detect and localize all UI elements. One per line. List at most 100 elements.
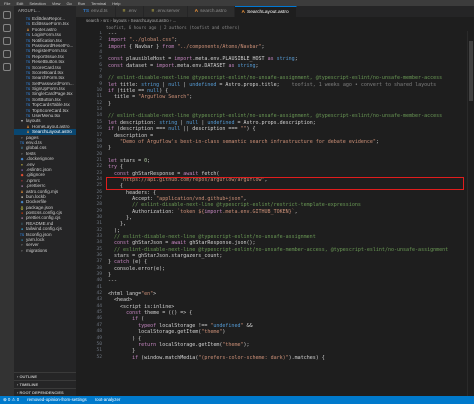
file-tree-item[interactable]: › migrations [14, 248, 76, 253]
editor-tabs: TS env.d.ts ≡ .env ≡ .env.server Asearch.astro… [76, 6, 474, 17]
file-name: .eslintrc.json [26, 166, 52, 172]
code-editor[interactable]: 1 --- 2 import "../global.css"; 3 import { Na… [76, 31, 474, 396]
status-extra[interactable]: root-analyzer [95, 396, 121, 404]
file-name: SignUpForm.tsx [32, 86, 65, 92]
file-name: tests [26, 150, 36, 156]
file-name: PasswordResetFo... [32, 42, 74, 48]
status-bar: ⊗ 0 ⚠ 0 removed-opinion-from-settings ro… [0, 396, 474, 404]
tab-label: .env [127, 9, 137, 14]
file-name: EditIdeaRepor... [32, 16, 65, 21]
file-name: postcss.config.cjs [26, 210, 62, 216]
file-type-icon: TS [83, 9, 90, 14]
file-name: bun.lockb [26, 193, 46, 199]
file-name: HomeLayout.astro [32, 123, 70, 129]
editor-tab[interactable]: Asearch.astro [187, 6, 235, 17]
file-name: SetPasswordForm... [32, 80, 74, 86]
file-name: .dockerignore [26, 156, 54, 162]
menu-item[interactable]: Edit [16, 1, 23, 6]
file-type-icon: TS [25, 60, 31, 65]
file-name: .npmrc [26, 177, 41, 183]
sidebar-section-header[interactable]: › OUTLINE [14, 372, 76, 380]
tab-label: .env.server [156, 9, 180, 14]
file-name: Notification.tsx [32, 37, 62, 43]
file-name: ScoreBoard.tsx [32, 69, 64, 75]
file-name: ScoreCard.tsx [32, 64, 62, 70]
file-tree: TS EditIdeaRepor... TS EditIssueForm.tsx A Fo… [14, 16, 76, 253]
file-type-icon: ≡ [122, 9, 126, 14]
editor-tab[interactable]: TS env.d.ts [76, 6, 116, 17]
menu-item[interactable]: Run [78, 1, 85, 6]
activity-bar [0, 6, 14, 396]
file-type-icon: ● [20, 184, 24, 189]
explorer-sidebar: ARGUFL... TS EditIdeaRepor... TS EditIssueF… [14, 6, 76, 396]
file-name: .gitignore [26, 172, 45, 178]
tab-label: SearchLayout.astro [247, 10, 289, 15]
code-line[interactable]: 52 if (window.matchMedia("(prefers-color… [76, 355, 474, 361]
file-name: ReportIssue.tsx [32, 53, 64, 59]
file-type-icon: TS [25, 103, 31, 108]
menu-item[interactable]: Go [66, 1, 71, 6]
code-text: if (window.matchMedia("(prefers-color-sc… [132, 354, 325, 361]
line-number: 52 [96, 354, 102, 360]
file-name: astro.config.mjs [26, 188, 59, 194]
file-name: yarn.lock [26, 237, 45, 243]
menu-item[interactable]: Terminal [91, 1, 106, 6]
file-name: server [26, 242, 39, 248]
file-name: global.css [26, 145, 47, 151]
file-name: ResetButton.tsx [32, 59, 65, 65]
breadcrumb[interactable]: search › src › layouts › SearchLayout.as… [76, 17, 474, 24]
menu-item[interactable]: View [52, 1, 61, 6]
problems-indicator[interactable]: ⊗ 0 ⚠ 0 [3, 396, 19, 404]
git-branch[interactable]: removed-opinion-from-settings [27, 396, 87, 404]
menu-item[interactable]: Help [112, 1, 120, 6]
file-name: migrations [26, 247, 48, 253]
explorer-header: ARGUFL... [18, 8, 41, 13]
file-name: env.d.ts [26, 139, 42, 145]
source-control-icon[interactable] [3, 37, 11, 45]
file-name: SortButton.tsx [32, 96, 61, 102]
file-name: LoginForm.tsx [32, 32, 62, 38]
file-type-icon: ● [20, 227, 24, 232]
file-tree-item[interactable]: A SearchLayout.astro [14, 129, 76, 135]
file-name: TopCardsTable.tsx [32, 102, 70, 108]
file-name: SearchLayout.astro [32, 129, 72, 135]
file-name: README.md [26, 220, 54, 226]
run-debug-icon[interactable] [3, 50, 11, 58]
file-name: Footer.astro [32, 26, 57, 32]
file-name: pages [26, 134, 39, 140]
editor-tab[interactable]: A SearchLayout.astro [234, 6, 297, 17]
file-type-icon: A [241, 10, 246, 15]
file-type-icon: ≡ [151, 9, 155, 14]
sidebar-section-header[interactable]: › ROOT DEPENDENCIES [14, 388, 76, 396]
tab-label: search.astro [200, 9, 227, 14]
file-name: layouts [26, 118, 41, 124]
file-type-icon: A [194, 9, 199, 14]
file-name: SearchForm.tsx [32, 75, 65, 81]
file-name: SingleCardPage.tsx [32, 91, 73, 97]
menu-item[interactable]: File [4, 1, 10, 6]
tab-label: env.d.ts [91, 9, 108, 14]
editor-tab[interactable]: ≡ .env.server [144, 6, 188, 17]
sidebar-bottom-sections: › OUTLINE › TIMELINE › ROOT DEPENDENCIES [14, 372, 76, 396]
search-icon[interactable] [3, 24, 11, 32]
file-name: .prettierrc [26, 183, 46, 189]
file-name: UserMenu.tsx [32, 113, 61, 119]
file-name: tailwind.config.cjs [26, 226, 62, 232]
file-name: package.json [26, 204, 54, 210]
extensions-icon[interactable] [3, 63, 11, 71]
editor-scrollbar[interactable] [467, 31, 474, 396]
sidebar-section-header[interactable]: › TIMELINE [14, 380, 76, 388]
file-name: RegisterForm.tsx [32, 48, 67, 54]
file-type-icon: ◆ [20, 157, 24, 162]
file-name: .env [26, 161, 35, 167]
file-name: Dockerfile [26, 199, 47, 205]
file-name: EditIssueForm.tsx [32, 21, 69, 27]
explorer-icon[interactable] [3, 11, 11, 19]
file-name: prettier.config.cjs [26, 215, 61, 221]
file-type-icon: › [21, 248, 23, 253]
editor-tab[interactable]: ≡ .env [115, 6, 145, 17]
menu-item[interactable]: Selection [29, 1, 45, 6]
git-blame-annotation[interactable]: toofist, 6 hours ago | 2 authors (toofis… [76, 24, 474, 31]
file-name: TopScoreCard.tsx [32, 107, 69, 113]
scrollbar-thumb[interactable] [469, 41, 473, 101]
